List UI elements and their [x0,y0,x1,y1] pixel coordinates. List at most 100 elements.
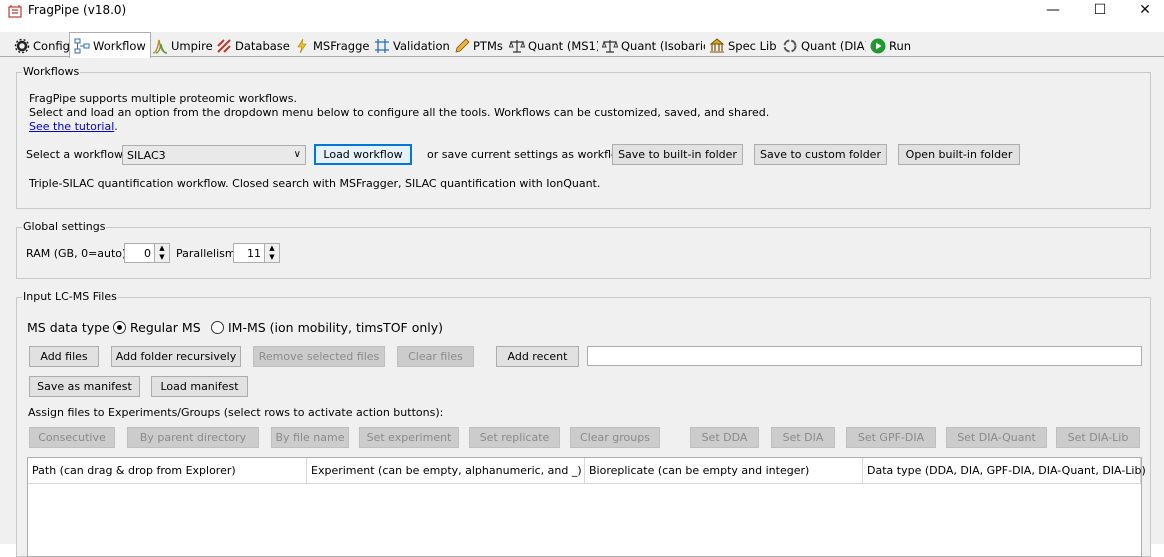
dna-icon [217,38,231,53]
tab-label: Run [889,38,912,53]
chevron-down-icon: ∨ [293,149,301,160]
input-files-group: Input LC-MS Files MS data type Regular M… [16,290,1151,557]
workflow-icon [74,38,90,53]
workflows-intro-line2: Select and load an option from the dropd… [29,106,770,119]
set-dia-button[interactable]: Set DIA [771,427,835,448]
tab-label: Quant (DIA) [801,38,869,53]
workflows-intro-line1: FragPipe supports multiple proteomic wor… [29,92,297,105]
gear-icon [14,38,30,53]
radio-im-ms-label: IM-MS (ion mobility, timsTOF only) [228,320,444,335]
add-recent-button[interactable]: Add recent [496,346,579,367]
or-save-label: or save current settings as workflow [427,148,627,161]
ram-spinner[interactable]: 0 ▲ ▼ [124,243,170,263]
save-builtin-button[interactable]: Save to built-in folder [612,144,743,165]
set-dia-quant-button[interactable]: Set DIA-Quant [946,427,1047,448]
workflow-description: Triple-SILAC quantification workflow. Cl… [29,177,601,190]
sliders-icon [375,38,389,53]
tab-umpire[interactable]: Umpire [148,35,217,56]
radio-regular-ms-label: Regular MS [130,320,201,335]
column-header-data-type[interactable]: Data type (DDA, DIA, GPF-DIA, DIA-Quant,… [863,458,1146,484]
set-dda-button[interactable]: Set DDA [690,427,759,448]
add-files-button[interactable]: Add files [29,346,99,367]
add-folder-button[interactable]: Add folder recursively [111,346,241,367]
recent-path-field[interactable] [587,346,1142,366]
input-files-table[interactable]: Path (can drag & drop from Explorer) Exp… [27,457,1146,557]
radio-regular-ms[interactable] [113,321,126,334]
parallelism-spinner[interactable]: 11 ▲ ▼ [233,243,280,263]
tab-label: Spec Lib [728,38,777,53]
column-header-bioreplicate[interactable]: Bioreplicate (can be empty and integer) [585,458,863,484]
ram-value: 0 [144,246,151,260]
spinner-arrows-icon[interactable]: ▲ ▼ [264,244,279,262]
select-workflow-label: Select a workflow: [26,148,127,161]
remove-selected-button[interactable]: Remove selected files [253,346,385,367]
ram-label: RAM (GB, 0=auto) [26,247,127,260]
clear-files-button[interactable]: Clear files [397,346,474,367]
parallelism-value: 11 [247,246,261,260]
pencil-icon [455,37,470,53]
assign-label: Assign files to Experiments/Groups (sele… [28,406,444,419]
by-parent-directory-button[interactable]: By parent directory [127,427,259,448]
set-gpf-dia-button[interactable]: Set GPF-DIA [846,427,936,448]
tab-database[interactable]: Database [212,35,294,56]
radio-im-ms[interactable] [211,321,224,334]
set-dia-lib-button[interactable]: Set DIA-Lib [1056,427,1140,448]
close-button[interactable]: ✕ [1122,0,1164,22]
input-files-legend: Input LC-MS Files [22,290,118,303]
parallelism-label: Parallelism [176,247,236,260]
column-header-experiment[interactable]: Experiment (can be empty, alphanumeric, … [307,458,585,484]
by-file-name-button[interactable]: By file name [271,427,349,448]
window-title: FragPipe (v18.0) [28,3,127,17]
peak-icon [152,39,168,54]
scale-icon [509,39,525,53]
workflow-panel: Workflows FragPipe supports multiple pro… [0,57,1164,557]
open-builtin-button[interactable]: Open built-in folder [898,144,1020,165]
workflow-select-value: SILAC3 [127,148,166,162]
save-custom-button[interactable]: Save to custom folder [754,144,887,165]
tab-spec-lib[interactable]: Spec Lib [705,35,781,56]
set-experiment-button[interactable]: Set experiment [359,427,459,448]
title-bar: FragPipe (v18.0) — ☐ ✕ [0,0,1164,30]
tab-quant-isobaric[interactable]: Quant (Isobaric) [598,35,718,56]
workflows-legend: Workflows [22,65,81,78]
minimize-button[interactable]: — [1030,0,1076,22]
tab-validation[interactable]: Validation [370,35,454,56]
spinner-arrows-icon[interactable]: ▲ ▼ [154,244,169,262]
load-workflow-button[interactable]: Load workflow [314,144,412,165]
save-manifest-button[interactable]: Save as manifest [29,376,140,397]
tab-label: Database [235,38,290,53]
consecutive-button[interactable]: Consecutive [29,427,115,448]
tab-label: Quant (Isobaric) [621,38,714,53]
column-header-path[interactable]: Path (can drag & drop from Explorer) [28,458,307,484]
tab-quant-dia[interactable]: Quant (DIA) [778,35,873,56]
workflow-select[interactable]: SILAC3 ∨ [122,145,306,165]
tutorial-period: . [114,120,118,133]
tab-config[interactable]: Config [10,35,74,56]
tab-run[interactable]: Run [866,35,916,56]
fragpipe-app-icon [8,5,22,18]
tab-bar: Config Workflow Umpire Database MSFragge… [0,32,1164,58]
recycle-icon [783,39,797,52]
maximize-button[interactable]: ☐ [1077,0,1123,22]
tab-workflow[interactable]: Workflow [69,32,151,58]
library-icon [709,37,725,52]
set-replicate-button[interactable]: Set replicate [469,427,560,448]
lightning-icon [297,38,307,53]
tab-quant-ms1[interactable]: Quant (MS1) [505,35,605,56]
global-settings-group: Global settings RAM (GB, 0=auto) 0 ▲ ▼ Pa… [16,220,1151,279]
tab-ptms[interactable]: PTMs [450,35,507,56]
tab-label: Umpire [171,38,213,53]
tab-label: Workflow [93,38,146,53]
tab-label: MSFragger [313,38,375,53]
ms-data-type-label: MS data type [27,320,110,335]
tab-label: Config [33,38,70,53]
clear-groups-button[interactable]: Clear groups [570,427,660,448]
tutorial-link[interactable]: See the tutorial [29,120,114,133]
workflows-group: Workflows FragPipe supports multiple pro… [16,65,1151,209]
tab-label: PTMs [473,38,503,53]
tab-label: Validation [393,38,450,53]
play-icon [870,38,886,53]
tutorial-link-wrap: See the tutorial. [29,120,118,133]
tab-msfragger[interactable]: MSFragger [290,35,379,56]
load-manifest-button[interactable]: Load manifest [151,376,248,397]
